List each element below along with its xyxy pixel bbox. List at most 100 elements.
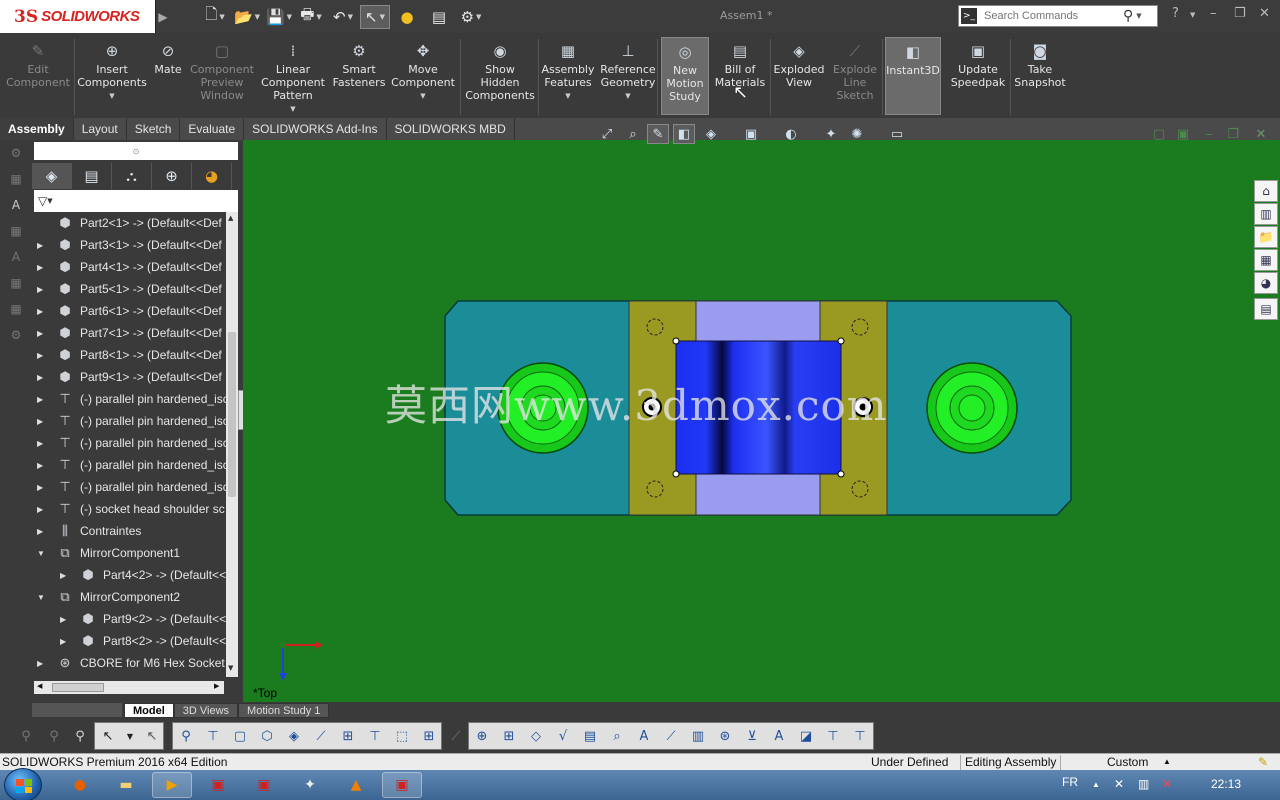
tree-item[interactable]: ▶ ⊛ CBORE for M6 Hex Socket H bbox=[32, 652, 226, 674]
strip-tool-icon[interactable]: ▦ bbox=[6, 276, 26, 294]
expand-arrow-icon[interactable]: ▶ bbox=[37, 263, 47, 272]
explode-line-sketch-button[interactable]: ⟋ Explode Line Sketch bbox=[832, 41, 878, 117]
show-hidden-button[interactable]: ◉ Show Hidden Components bbox=[465, 41, 535, 117]
tree-item[interactable]: ▼ ⧉ MirrorComponent2 bbox=[32, 586, 226, 608]
instant3d-button[interactable]: ◧ Instant3D bbox=[885, 37, 941, 115]
language-indicator[interactable]: FR bbox=[1062, 775, 1078, 789]
search-dropdown-icon[interactable]: ▼ bbox=[1136, 12, 1141, 20]
property-manager-tab-icon[interactable]: ▤ bbox=[72, 163, 112, 189]
take-snapshot-button[interactable]: ◙ Take Snapshot bbox=[1014, 41, 1066, 117]
new-document-button[interactable]: 🗋 ▼ bbox=[200, 5, 230, 29]
tree-item[interactable]: ▶ ⊤ (-) parallel pin hardened_isc bbox=[32, 454, 226, 476]
apply-scene-icon[interactable]: ✺ bbox=[846, 124, 868, 144]
filter-toggle-icon[interactable]: ⚲ bbox=[42, 724, 66, 748]
scroll-up-icon[interactable]: ▲ bbox=[228, 214, 233, 222]
save-button[interactable]: 💾 ▼ bbox=[264, 5, 294, 29]
tab-evaluate[interactable]: Evaluate bbox=[180, 118, 245, 140]
tab-assembly[interactable]: Assembly bbox=[0, 118, 74, 140]
move-component-dropdown-icon[interactable]: ▼ bbox=[420, 90, 425, 103]
dimxpert-tab-icon[interactable]: ⊕ bbox=[152, 163, 192, 189]
select-arrow-icon[interactable]: ↖ bbox=[96, 724, 120, 748]
minimize-icon[interactable]: – bbox=[1210, 6, 1217, 21]
expand-arrow-icon[interactable]: ▶ bbox=[37, 461, 47, 470]
undo-button[interactable]: ↶ ▼ bbox=[328, 5, 358, 29]
annotation-filter-icon[interactable]: ⊞ bbox=[497, 724, 521, 748]
annotation-filter-icon[interactable]: ⊤ bbox=[821, 724, 845, 748]
tree-vertical-scrollbar[interactable]: ▲ ▼ bbox=[226, 212, 238, 677]
zoom-to-fit-icon[interactable]: ⤢ bbox=[596, 124, 618, 144]
select-dropdown-icon[interactable]: ▼ bbox=[118, 724, 142, 748]
vlc-icon[interactable]: ▲ bbox=[336, 772, 376, 798]
annotation-filter-icon[interactable]: ◇ bbox=[524, 724, 548, 748]
expand-arrow-icon[interactable]: ▶ bbox=[37, 439, 47, 448]
tray-expand-icon[interactable]: ▲ bbox=[1092, 780, 1100, 789]
assembly-features-dropdown-icon[interactable]: ▼ bbox=[565, 90, 570, 103]
filter-vertices-icon[interactable]: ⚲ bbox=[68, 724, 92, 748]
update-speedpak-button[interactable]: ▣ Update Speedpak bbox=[950, 41, 1006, 117]
edit-appearance-icon[interactable]: ✦ bbox=[820, 124, 842, 144]
tree-item[interactable]: ▶ ⬢ Part3<1> -> (Default<<Def bbox=[32, 234, 226, 256]
expand-arrow-icon[interactable]: ▶ bbox=[37, 483, 47, 492]
selection-filter-icon[interactable]: ⊤ bbox=[363, 724, 387, 748]
annotation-filter-icon[interactable]: √ bbox=[551, 724, 575, 748]
strip-tool-icon[interactable]: ▦ bbox=[6, 172, 26, 190]
tree-item[interactable]: ▶ ⬢ Part7<1> -> (Default<<Def bbox=[32, 322, 226, 344]
solidworks-logo[interactable]: 3S SOLIDWORKS bbox=[0, 0, 156, 33]
units-dropdown-icon[interactable]: ▲ bbox=[1163, 757, 1171, 766]
display-manager-tab-icon[interactable]: ◕ bbox=[192, 163, 232, 189]
tree-item[interactable]: ▶ ⫼ Contraintes bbox=[32, 520, 226, 542]
feature-tree-tab-icon[interactable]: ◈ bbox=[32, 163, 72, 189]
annotation-filter-icon[interactable]: ⊛ bbox=[713, 724, 737, 748]
selection-filter-icon[interactable]: ◈ bbox=[282, 724, 306, 748]
view-settings-icon[interactable]: ▭ bbox=[886, 124, 908, 144]
expand-arrow-icon[interactable]: ▶ bbox=[37, 373, 47, 382]
selection-filter-icon[interactable]: ▢ bbox=[228, 724, 252, 748]
edit-component-button[interactable]: ✎ Edit Component bbox=[6, 41, 70, 117]
selection-filter-icon[interactable]: ⊤ bbox=[201, 724, 225, 748]
scroll-down-icon[interactable]: ▼ bbox=[228, 664, 233, 672]
previous-view-icon[interactable]: ✎ bbox=[647, 124, 669, 144]
home-icon[interactable]: ⌂ bbox=[1254, 180, 1278, 202]
tree-item[interactable]: ▶ ⬢ Part9<1> -> (Default<<Def bbox=[32, 366, 226, 388]
tree-item[interactable]: ▶ ⊤ (-) parallel pin hardened_isc bbox=[32, 388, 226, 410]
tab-solidworks-add-ins[interactable]: SOLIDWORKS Add-Ins bbox=[244, 118, 387, 140]
tree-item[interactable]: ▶ ⬢ Part9<2> -> (Default<< bbox=[32, 608, 226, 630]
viewport-restore-icon[interactable]: ❐ bbox=[1222, 124, 1244, 144]
solidworks-active-icon[interactable]: ▣ bbox=[382, 772, 422, 798]
annotation-filter-icon[interactable]: ▤ bbox=[578, 724, 602, 748]
view-palette-icon[interactable]: ▦ bbox=[1254, 249, 1278, 271]
file-explorer-icon[interactable]: 📁 bbox=[1254, 226, 1278, 248]
filter-icon[interactable]: ⚲ bbox=[14, 724, 38, 748]
scroll-thumb[interactable] bbox=[228, 332, 236, 497]
strip-tool-icon[interactable]: A bbox=[6, 198, 26, 216]
linear-pattern-dropdown-icon[interactable]: ▼ bbox=[290, 103, 295, 116]
reference-geometry-dropdown-icon[interactable]: ▼ bbox=[625, 90, 630, 103]
annotation-filter-icon[interactable]: ⌕ bbox=[605, 724, 629, 748]
hscroll-thumb[interactable] bbox=[52, 683, 104, 692]
scroll-right-icon[interactable]: ▶ bbox=[214, 682, 219, 690]
design-library-icon[interactable]: ▥ bbox=[1254, 203, 1278, 225]
tree-horizontal-scrollbar[interactable]: ◀ ▶ bbox=[34, 681, 224, 694]
tab-solidworks-mbd[interactable]: SOLIDWORKS MBD bbox=[387, 118, 515, 140]
rebuild-button[interactable]: ● bbox=[392, 5, 422, 29]
expand-arrow-icon[interactable]: ▶ bbox=[37, 307, 47, 316]
strip-tool-icon[interactable]: ⚙ bbox=[6, 146, 26, 164]
custom-properties-icon[interactable]: ▤ bbox=[1254, 298, 1278, 320]
tab-navigation[interactable] bbox=[32, 703, 122, 717]
tree-item[interactable]: ▶ ⊤ (-) socket head shoulder sc bbox=[32, 498, 226, 520]
tree-item[interactable]: ▶ ⊤ (-) parallel pin hardened_isc bbox=[32, 432, 226, 454]
start-button[interactable] bbox=[4, 768, 42, 800]
solidworks-2016-icon-2[interactable]: ▣ bbox=[244, 772, 284, 798]
terminal-icon[interactable]: >_ bbox=[959, 6, 979, 26]
zoom-area-icon[interactable]: ⌕ bbox=[622, 124, 644, 144]
annotation-filter-icon[interactable]: ⟋ bbox=[659, 724, 683, 748]
selection-filter-icon[interactable]: ⟋ bbox=[309, 724, 333, 748]
linear-pattern-button[interactable]: ⁞ Linear Component Pattern ▼ bbox=[261, 41, 325, 117]
expand-arrow-icon[interactable]: ▶ bbox=[60, 637, 70, 646]
solidworks-2016-icon[interactable]: ▣ bbox=[198, 772, 238, 798]
expand-arrow-icon[interactable]: ▶ bbox=[37, 527, 47, 536]
units-selector[interactable]: Custom bbox=[1107, 755, 1148, 769]
annotation-filter-icon[interactable]: ⊤ bbox=[848, 724, 872, 748]
tree-item[interactable]: ▶ ⬢ Part6<1> -> (Default<<Def bbox=[32, 300, 226, 322]
tree-item[interactable]: ▶ ⬢ Part5<1> -> (Default<<Def bbox=[32, 278, 226, 300]
